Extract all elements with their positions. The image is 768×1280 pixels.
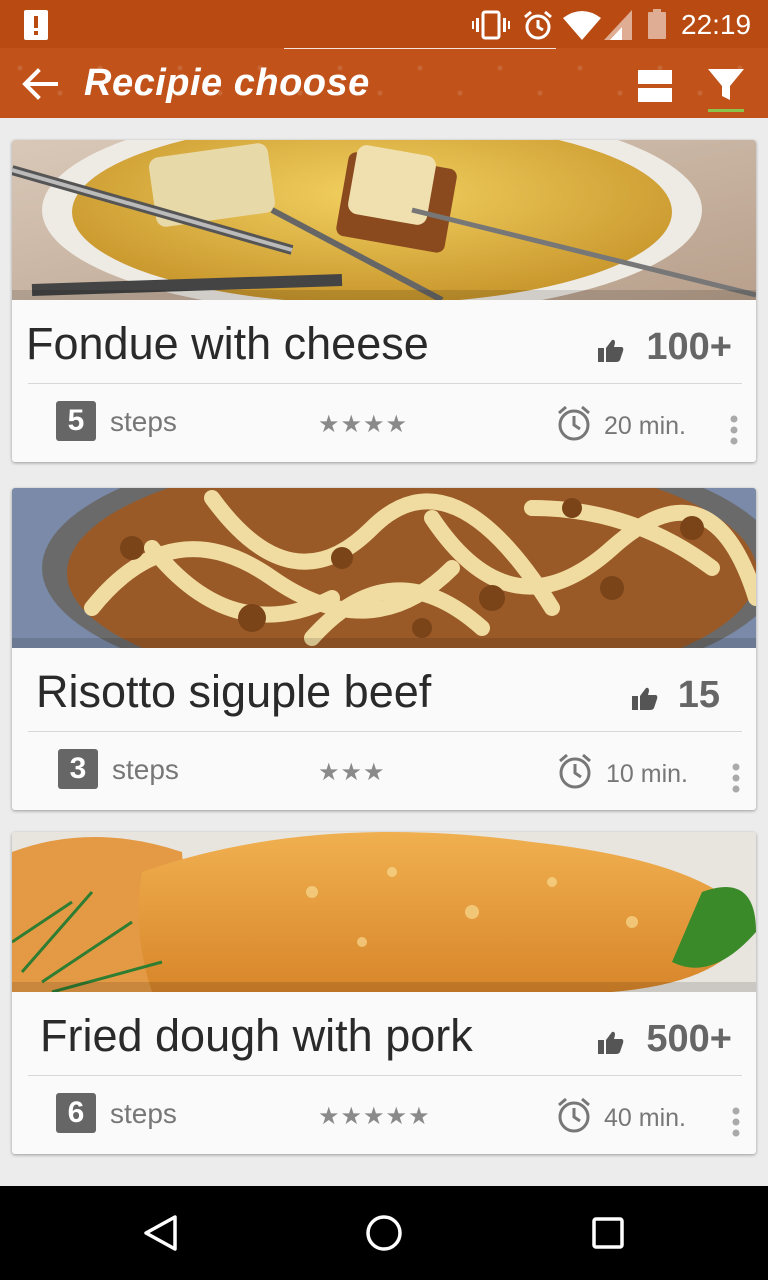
back-triangle-icon[interactable] [142,1214,178,1252]
notification-alert-icon [24,10,48,40]
steps-count-badge: 6 [56,1093,96,1133]
recipe-card[interactable]: Risotto siguple beef 15 3 steps ★★★ 10 m… [12,488,756,810]
status-bar: 22:19 [0,0,768,48]
recipe-title: Risotto siguple beef [36,666,432,717]
app-bar-top-divider [284,48,556,49]
filter-icon[interactable] [706,66,746,112]
steps-label: steps [112,754,179,785]
recipe-title: Fried dough with pork [40,1010,473,1061]
recipe-title: Fondue with cheese [26,318,429,369]
likes-count: 15 [677,674,720,716]
difficulty-stars: ★★★★★ [318,1103,431,1130]
app-bar: Recipie choose [0,48,768,118]
thumbs-up-icon[interactable] [598,338,624,362]
clock-icon [559,753,591,789]
more-options-icon[interactable] [732,1107,740,1137]
fried-dough-photo [12,832,756,992]
list-view-icon[interactable] [638,70,672,102]
card-divider [28,731,742,732]
page-title: Recipie choose [84,62,370,104]
likes-count: 500+ [646,1018,732,1060]
system-nav-bar [0,1186,768,1280]
recipe-card[interactable]: Fried dough with pork 500+ 6 steps ★★★★★… [12,832,756,1154]
vibrate-icon [472,10,510,40]
wifi-icon [563,11,601,40]
status-time: 22:19 [681,9,752,40]
recipe-card[interactable]: Fondue with cheese 100+ 5 steps ★★★★ 20 … [12,140,756,462]
difficulty-stars: ★★★★ [318,411,409,438]
cook-time: 10 min. [606,760,688,788]
battery-icon [648,9,666,39]
thumbs-up-icon[interactable] [632,686,658,710]
cheese-fondue-photo [12,140,756,300]
pasta-with-beef-photo [12,488,756,648]
steps-label: steps [110,1098,177,1129]
more-options-icon[interactable] [730,415,738,445]
card-divider [28,1075,742,1076]
recipe-list: Fondue with cheese 100+ 5 steps ★★★★ 20 … [0,118,768,1186]
cook-time: 40 min. [604,1104,686,1132]
steps-label: steps [110,406,177,437]
back-arrow-icon[interactable] [22,68,58,100]
steps-count-badge: 3 [58,749,98,789]
recents-square-icon[interactable] [592,1217,624,1249]
more-options-icon[interactable] [732,763,740,793]
steps-count-badge: 5 [56,401,96,441]
card-divider [28,383,742,384]
cook-time: 20 min. [604,412,686,440]
home-circle-icon[interactable] [365,1214,403,1252]
alarm-icon [524,10,552,40]
clock-icon [558,405,590,441]
likes-count: 100+ [646,326,732,368]
cell-signal-icon [604,10,632,40]
thumbs-up-icon[interactable] [598,1030,624,1054]
clock-icon [558,1097,590,1133]
difficulty-stars: ★★★ [318,759,386,786]
